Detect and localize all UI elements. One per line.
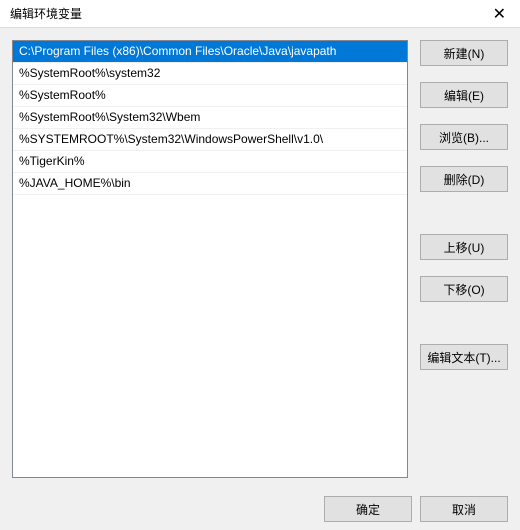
edit-text-button[interactable]: 编辑文本(T)... [420,344,508,370]
list-item[interactable]: %SystemRoot%\system32 [13,63,407,85]
list-item[interactable]: C:\Program Files (x86)\Common Files\Orac… [13,41,407,63]
button-column: 新建(N) 编辑(E) 浏览(B)... 删除(D) 上移(U) 下移(O) 编… [420,40,508,488]
cancel-button[interactable]: 取消 [420,496,508,522]
list-item[interactable]: %JAVA_HOME%\bin [13,173,407,195]
close-icon[interactable]: ✕ [487,4,512,24]
list-item[interactable]: %SystemRoot%\System32\Wbem [13,107,407,129]
move-down-button[interactable]: 下移(O) [420,276,508,302]
delete-button[interactable]: 删除(D) [420,166,508,192]
browse-button[interactable]: 浏览(B)... [420,124,508,150]
titlebar: 编辑环境变量 ✕ [0,0,520,28]
path-listbox[interactable]: C:\Program Files (x86)\Common Files\Orac… [12,40,408,478]
list-item[interactable]: %SYSTEMROOT%\System32\WindowsPowerShell\… [13,129,407,151]
new-button[interactable]: 新建(N) [420,40,508,66]
dialog-content: C:\Program Files (x86)\Common Files\Orac… [0,28,520,488]
dialog-title: 编辑环境变量 [10,5,82,22]
ok-button[interactable]: 确定 [324,496,412,522]
list-item[interactable]: %SystemRoot% [13,85,407,107]
move-up-button[interactable]: 上移(U) [420,234,508,260]
list-item[interactable]: %TigerKin% [13,151,407,173]
edit-button[interactable]: 编辑(E) [420,82,508,108]
dialog-footer: 确定 取消 [0,488,520,530]
